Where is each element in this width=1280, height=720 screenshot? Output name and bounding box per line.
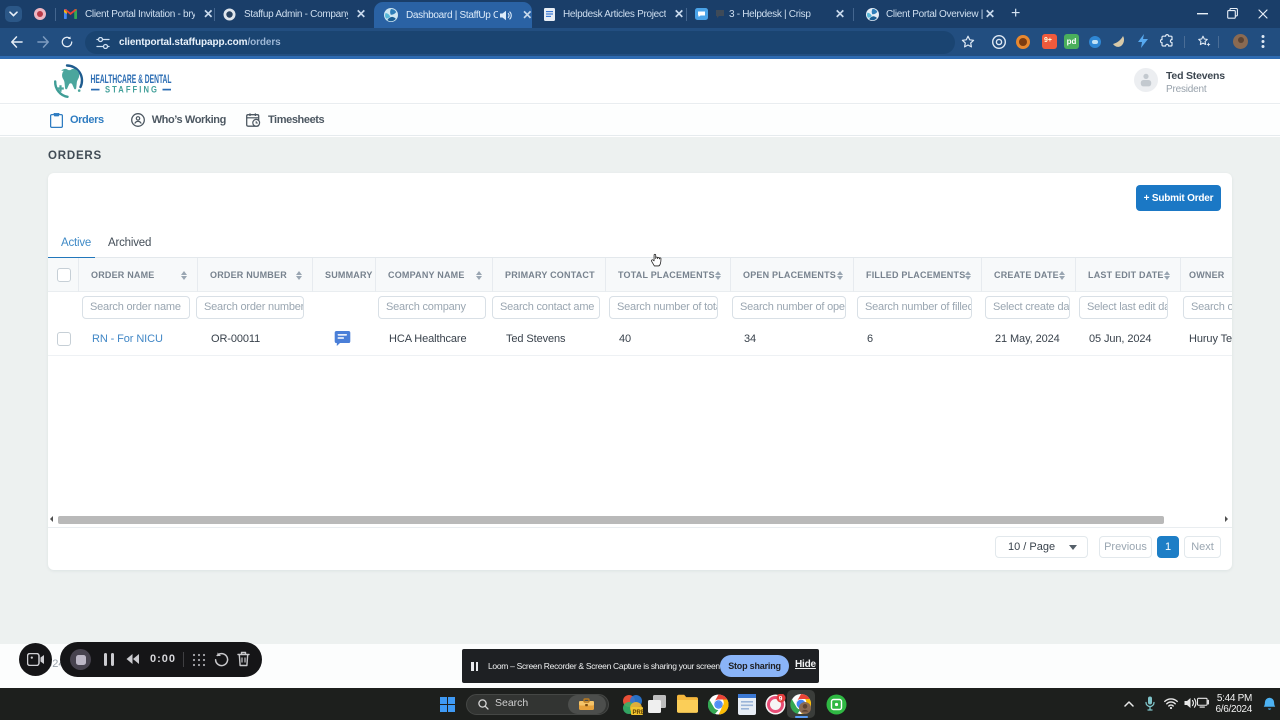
svg-text:STAFFING: STAFFING — [105, 85, 159, 95]
svg-text:9: 9 — [779, 696, 783, 703]
svg-text:PRE: PRE — [633, 710, 644, 715]
